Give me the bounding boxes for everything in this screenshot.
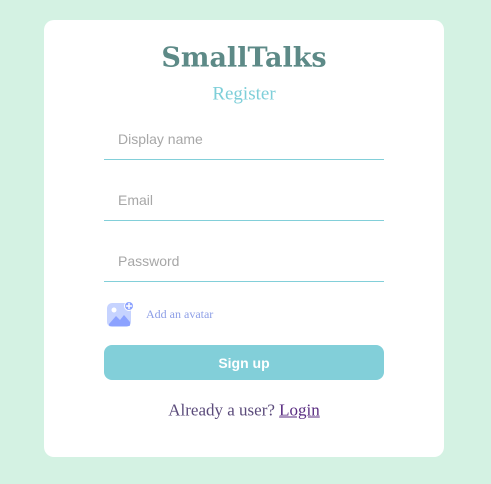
add-avatar-label: Add an avatar xyxy=(146,306,214,321)
password-input[interactable] xyxy=(104,240,384,282)
login-prompt: Already a user? Login xyxy=(44,402,444,419)
email-input[interactable] xyxy=(104,179,384,221)
login-prompt-text: Already a user? xyxy=(168,400,275,420)
add-avatar-button[interactable]: Add an avatar xyxy=(106,299,213,329)
login-link[interactable]: Login xyxy=(279,401,320,420)
add-image-icon xyxy=(106,300,134,328)
register-card: SmallTalks Register Add an avatar Sign u… xyxy=(44,20,444,457)
sign-up-button[interactable]: Sign up xyxy=(104,345,384,380)
app-logo: SmallTalks xyxy=(161,42,327,74)
display-name-input[interactable] xyxy=(104,118,384,160)
page-title: Register xyxy=(212,83,276,105)
